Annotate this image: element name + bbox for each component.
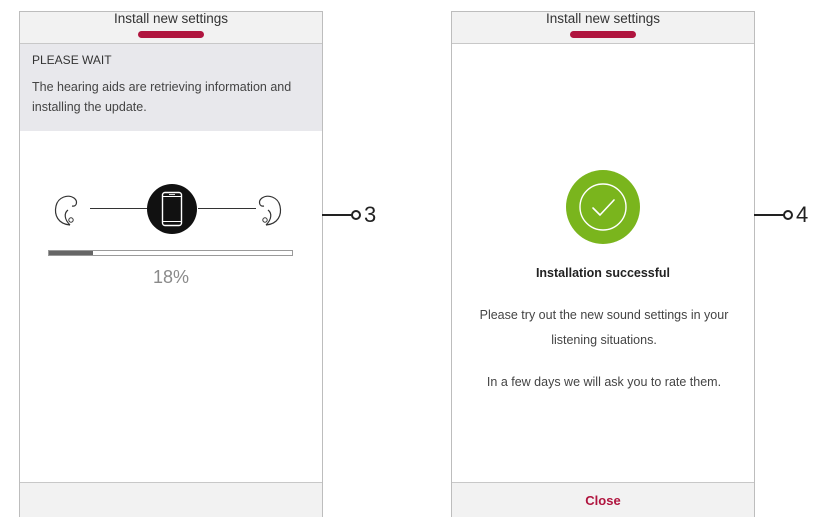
install-progress-fill [49,251,93,255]
install-progress-bar [48,250,293,256]
success-message: Please try out the new sound settings in… [479,308,729,347]
callout-3: 3 [322,200,376,230]
checkmark-circle-icon [566,170,640,244]
screen-header: Install new settings [20,12,322,44]
header-step-indicator [570,31,636,38]
callout-number: 4 [796,202,809,227]
hearing-aid-right-icon [258,195,282,226]
rating-notice: In a few days we will ask you to rate th… [486,375,722,389]
install-progress-percent: 18% [152,267,190,287]
please-wait-message: The hearing aids are retrieving informat… [32,80,292,114]
callout-number: 3 [364,202,377,227]
connection-line-left [90,208,148,209]
screen-title: Install new settings [545,11,661,26]
please-wait-title: PLEASE WAIT [32,53,112,67]
smartphone-icon [147,184,197,234]
hearing-aid-left-icon [54,195,78,226]
connection-line-right [198,208,256,209]
please-wait-panel: PLEASE WAIT The hearing aids are retriev… [20,44,322,131]
callout-4: 4 [754,200,808,230]
screen-header: Install new settings [452,12,754,44]
callout-dot [351,210,361,220]
screen-footer [20,482,322,517]
success-title: Installation successful [535,266,671,280]
screen-footer: Close [452,482,754,517]
close-button[interactable]: Close [452,483,754,517]
callout-line [754,214,784,216]
sync-diagram [20,172,322,252]
phone-screen-success: Install new settings Installation succes… [451,11,755,517]
header-step-indicator [138,31,204,38]
callout-line [322,214,352,216]
callout-dot [783,210,793,220]
phone-screen-installing: Install new settings PLEASE WAIT The hea… [19,11,323,517]
screen-title: Install new settings [113,11,229,26]
